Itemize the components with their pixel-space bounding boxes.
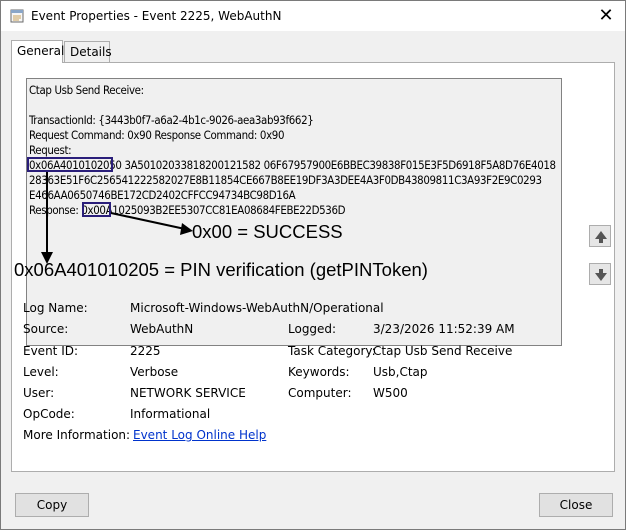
logged-value[interactable]: 3/23/2026 11:52:39 AM xyxy=(373,322,515,336)
computer-value[interactable]: W500 xyxy=(373,386,408,400)
success-annotation: 0x00 = SUCCESS xyxy=(192,221,343,242)
scroll-up-button[interactable] xyxy=(589,225,611,247)
event-id-value[interactable]: 2225 xyxy=(130,344,161,358)
computer-label: Computer: xyxy=(288,386,352,400)
scroll-down-button[interactable] xyxy=(589,263,611,285)
title-bar: Event Properties - Event 2225, WebAuthN … xyxy=(1,1,625,31)
event-properties-window: Event Properties - Event 2225, WebAuthN … xyxy=(0,0,626,530)
log-name-label: Log Name: xyxy=(23,301,88,315)
pin-annotation: 0x06A401010205 = PIN verification (getPI… xyxy=(14,259,428,280)
log-name-value[interactable]: Microsoft-Windows-WebAuthN/Operational xyxy=(130,301,384,315)
copy-button[interactable]: Copy xyxy=(15,493,89,517)
close-button[interactable]: Close xyxy=(539,493,613,517)
opcode-label: OpCode: xyxy=(23,407,75,421)
down-arrow-icon xyxy=(595,269,607,281)
general-tab-panel: Ctap Usb Send Receive: TransactionId: {3… xyxy=(11,62,615,472)
source-value[interactable]: WebAuthN xyxy=(130,322,193,336)
window-title: Event Properties - Event 2225, WebAuthN xyxy=(31,9,282,23)
keywords-value[interactable]: Usb,Ctap xyxy=(373,365,428,379)
more-information-label: More Information: xyxy=(23,428,131,442)
event-viewer-icon xyxy=(10,9,24,23)
close-window-button[interactable]: ✕ xyxy=(595,5,617,27)
success-arrow-line xyxy=(110,212,186,230)
up-arrow-icon xyxy=(595,231,607,243)
user-label: User: xyxy=(23,386,55,400)
task-category-value[interactable]: Ctap Usb Send Receive xyxy=(373,344,512,358)
task-category-label: Task Category: xyxy=(288,344,376,358)
tab-general[interactable]: General xyxy=(11,40,64,63)
keywords-label: Keywords: xyxy=(288,365,350,379)
level-label: Level: xyxy=(23,365,59,379)
tab-details[interactable]: Details xyxy=(64,41,112,63)
opcode-value[interactable]: Informational xyxy=(130,407,210,421)
logged-label: Logged: xyxy=(288,322,337,336)
event-id-label: Event ID: xyxy=(23,344,79,358)
source-label: Source: xyxy=(23,322,69,336)
level-value[interactable]: Verbose xyxy=(130,365,178,379)
user-value[interactable]: NETWORK SERVICE xyxy=(130,386,246,400)
event-log-online-help-link[interactable]: Event Log Online Help xyxy=(133,428,266,442)
